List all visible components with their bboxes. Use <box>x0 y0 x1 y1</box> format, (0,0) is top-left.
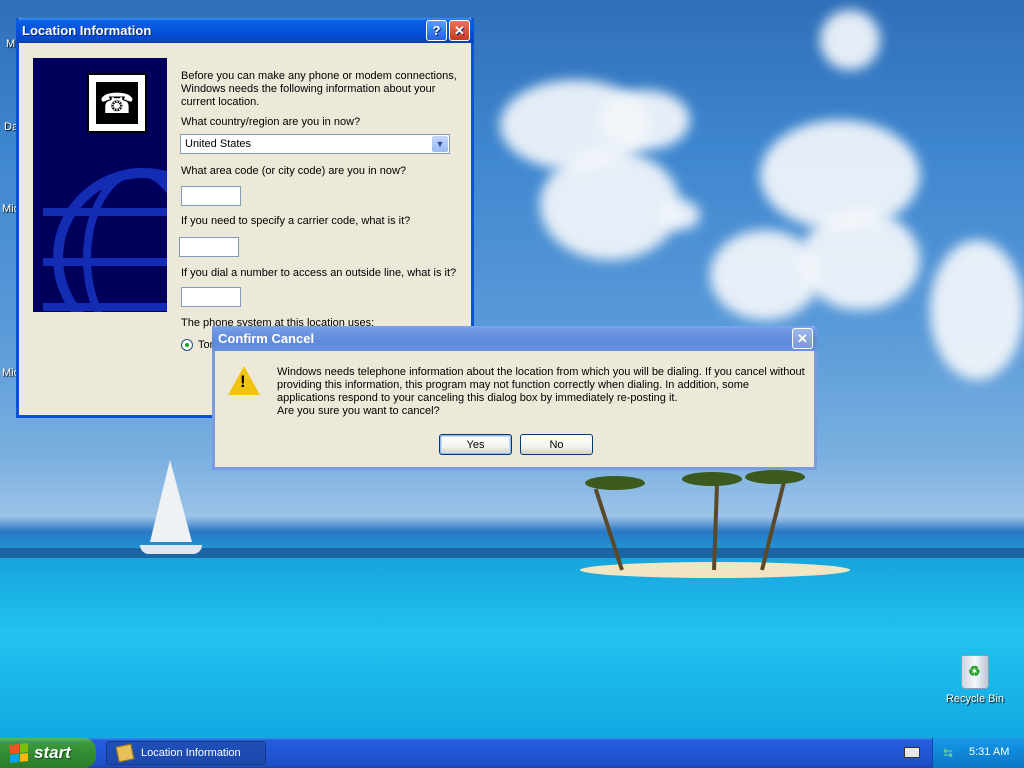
close-button[interactable]: ✕ <box>792 328 813 349</box>
telephone-icon: ☎ <box>87 73 147 133</box>
start-label: start <box>34 743 71 762</box>
tone-dialing-radio[interactable] <box>181 339 193 351</box>
system-tray: ⇆ 5:31 AM <box>932 738 1024 768</box>
chevron-down-icon[interactable]: ▼ <box>432 136 448 152</box>
recycle-bin[interactable]: ♻ Recycle Bin <box>945 655 1005 705</box>
area-code-question: What area code (or city code) are you in… <box>181 165 407 177</box>
close-icon: ✕ <box>454 22 465 38</box>
desktop-icon-label[interactable]: M <box>6 38 15 50</box>
taskbar: start Location Information ⇆ 5:31 AM <box>0 738 1024 768</box>
start-button[interactable]: start <box>0 738 96 768</box>
confirm-cancel-dialog: Confirm Cancel ✕ ! Windows needs telepho… <box>212 326 817 470</box>
keyboard-icon[interactable] <box>904 747 920 758</box>
confirm-message: Windows needs telephone information abou… <box>277 366 809 418</box>
area-code-field[interactable] <box>181 186 241 206</box>
recycle-bin-label: Recycle Bin <box>945 693 1005 705</box>
taskbar-item-label: Location Information <box>141 747 241 759</box>
close-icon: ✕ <box>797 330 808 346</box>
location-dialog-titlebar[interactable]: Location Information ? ✕ <box>16 18 474 43</box>
confirm-message-body: Windows needs telephone information abou… <box>277 366 805 404</box>
yes-button[interactable]: Yes <box>439 434 512 455</box>
network-icon[interactable]: ⇆ <box>943 746 957 760</box>
close-button[interactable]: ✕ <box>449 20 470 41</box>
confirm-dialog-titlebar[interactable]: Confirm Cancel ✕ <box>212 326 817 351</box>
help-icon: ? <box>432 23 441 38</box>
no-button[interactable]: No <box>520 434 593 455</box>
intro-text: Before you can make any phone or modem c… <box>181 70 457 108</box>
country-question: What country/region are you in now? <box>181 116 361 128</box>
confirm-question: Are you sure you want to cancel? <box>277 405 440 417</box>
location-dialog-title: Location Information <box>22 23 152 38</box>
carrier-code-question: If you need to specify a carrier code, w… <box>181 215 411 227</box>
carrier-code-field[interactable] <box>179 237 239 257</box>
windows-logo-icon <box>10 743 28 763</box>
taskbar-item-location-information[interactable]: Location Information <box>106 741 266 765</box>
help-button[interactable]: ? <box>426 20 447 41</box>
confirm-dialog-title: Confirm Cancel <box>218 331 315 346</box>
location-info-icon <box>115 743 135 763</box>
location-illustration: ☎ <box>33 58 167 312</box>
recycle-bin-icon[interactable]: ♻ <box>961 655 989 689</box>
outside-line-question: If you dial a number to access an outsid… <box>181 267 457 279</box>
clock[interactable]: 5:31 AM <box>969 746 1009 758</box>
country-select-value: United States <box>185 138 252 150</box>
country-select[interactable]: United States ▼ <box>180 134 450 154</box>
outside-line-field[interactable] <box>181 287 241 307</box>
